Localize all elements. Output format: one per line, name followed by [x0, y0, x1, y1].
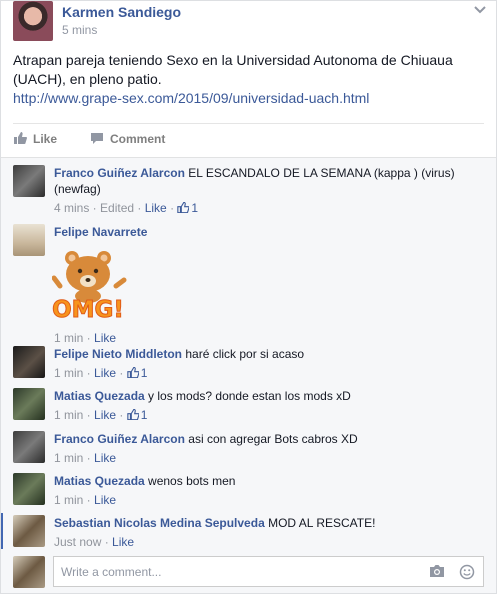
- commenter-name[interactable]: Felipe Navarrete: [54, 225, 147, 239]
- camera-icon[interactable]: [429, 564, 445, 578]
- commenter-avatar[interactable]: [13, 515, 45, 547]
- commenter-avatar[interactable]: [13, 224, 45, 256]
- like-count: 1: [140, 366, 148, 380]
- comment-meta: 1 min · Like: [54, 451, 117, 465]
- comment-body: Felipe Nieto Middleton haré click por si…: [54, 346, 484, 381]
- comment-meta: 1 min · Like · 1: [54, 366, 148, 380]
- post-text: Atrapan pareja teniendo Sexo en la Unive…: [13, 52, 453, 87]
- comment-icon: [90, 132, 104, 144]
- comments-section: Franco Guiñez Alarcon EL ESCANDALO DE LA…: [1, 157, 496, 593]
- comment-item: Franco Guiñez Alarcon asi con agregar Bo…: [13, 431, 488, 467]
- post-card: Karmen Sandiego 5 mins Atrapan pareja te…: [0, 0, 497, 594]
- comment-button[interactable]: Comment: [90, 132, 165, 146]
- commenter-avatar[interactable]: [13, 165, 45, 197]
- comment-time[interactable]: 1 min: [54, 366, 83, 380]
- comment-time[interactable]: 4 mins: [54, 201, 89, 215]
- comment-item: Sebastian Nicolas Medina Sepulveda MOD A…: [13, 515, 488, 551]
- post-author[interactable]: Karmen Sandiego: [62, 4, 181, 20]
- comment-meta: 4 mins · Edited · Like · 1: [54, 201, 199, 215]
- chevron-down-icon[interactable]: [473, 5, 487, 17]
- comment-body: Felipe Navarrete OMG! 1 min · Like: [51, 224, 484, 346]
- comment-like-link[interactable]: Like: [94, 408, 116, 422]
- comment-like-link[interactable]: Like: [145, 201, 167, 215]
- new-comment-indicator: [1, 513, 3, 549]
- comment-like-link[interactable]: Like: [112, 535, 134, 549]
- comment-item: Felipe Nieto Middleton haré click por si…: [13, 346, 488, 382]
- post-body: Atrapan pareja teniendo Sexo en la Unive…: [13, 51, 483, 108]
- comment-meta: 1 min · Like: [54, 493, 117, 507]
- comment-like-count[interactable]: 1: [127, 366, 148, 380]
- commenter-avatar[interactable]: [13, 388, 45, 420]
- commenter-name[interactable]: Franco Guiñez Alarcon: [54, 166, 185, 180]
- comment-meta: 1 min · Like · 1: [54, 408, 148, 422]
- post-link[interactable]: http://www.grape-sex.com/2015/09/univers…: [13, 89, 483, 108]
- comment-body: Franco Guiñez Alarcon EL ESCANDALO DE LA…: [54, 165, 484, 216]
- emoji-icon[interactable]: [459, 564, 475, 580]
- author-avatar[interactable]: [13, 1, 53, 41]
- like-button[interactable]: Like: [13, 132, 57, 146]
- comment-time[interactable]: 1 min: [54, 451, 83, 465]
- commenter-name[interactable]: Felipe Nieto Middleton: [54, 347, 182, 361]
- comment-body: Sebastian Nicolas Medina Sepulveda MOD A…: [54, 515, 484, 550]
- comment-input[interactable]: [53, 556, 484, 587]
- comment-text: MOD AL RESCATE!: [268, 516, 376, 530]
- comment-like-count[interactable]: 1: [177, 201, 198, 215]
- commenter-name[interactable]: Matias Quezada: [54, 389, 145, 403]
- comment-meta: Just now · Like: [54, 535, 135, 549]
- comment-item: Felipe Navarrete OMG! 1 min · Like: [13, 224, 488, 345]
- commenter-avatar[interactable]: [13, 346, 45, 378]
- commenter-name[interactable]: Sebastian Nicolas Medina Sepulveda: [54, 516, 265, 530]
- comment-like-link[interactable]: Like: [94, 331, 116, 345]
- thumbs-up-icon: [177, 201, 190, 214]
- post-time[interactable]: 5 mins: [62, 23, 97, 37]
- comment-item: Matias Quezada y los mods? donde estan l…: [13, 388, 488, 424]
- comment-body: Franco Guiñez Alarcon asi con agregar Bo…: [54, 431, 484, 466]
- bear-sticker: OMG!: [51, 244, 136, 326]
- thumbs-up-icon: [127, 366, 140, 379]
- comment-time[interactable]: 1 min: [54, 408, 83, 422]
- comment-composer: [13, 556, 488, 588]
- comment-body: Matias Quezada wenos bots men 1 min · Li…: [54, 473, 484, 508]
- thumbs-up-icon: [13, 132, 27, 144]
- comment-label: Comment: [110, 132, 166, 146]
- like-label: Like: [33, 132, 58, 146]
- comment-time[interactable]: Just now: [54, 535, 101, 549]
- comment-text: haré click por si acaso: [185, 347, 305, 361]
- comment-meta: 1 min · Like: [54, 331, 117, 345]
- sticker-text: OMG!: [52, 297, 124, 323]
- commenter-name[interactable]: Matias Quezada: [54, 474, 145, 488]
- like-count: 1: [140, 408, 148, 422]
- comment-text: wenos bots men: [148, 474, 236, 488]
- post-actions: Like Comment: [13, 123, 484, 155]
- commenter-name[interactable]: Franco Guiñez Alarcon: [54, 432, 185, 446]
- comment-like-count[interactable]: 1: [127, 408, 148, 422]
- comment-item: Franco Guiñez Alarcon EL ESCANDALO DE LA…: [13, 165, 488, 215]
- comment-text: y los mods? donde estan los mods xD: [148, 389, 351, 403]
- comment-item: Matias Quezada wenos bots men 1 min · Li…: [13, 473, 488, 509]
- comment-time[interactable]: 1 min: [54, 493, 83, 507]
- comment-body: Matias Quezada y los mods? donde estan l…: [54, 388, 484, 423]
- commenter-avatar[interactable]: [13, 473, 45, 505]
- thumbs-up-icon: [127, 408, 140, 421]
- comment-like-link[interactable]: Like: [94, 366, 116, 380]
- comment-text: asi con agregar Bots cabros XD: [188, 432, 358, 446]
- comment-time[interactable]: 1 min: [54, 331, 83, 345]
- comment-like-link[interactable]: Like: [94, 451, 116, 465]
- comment-edited[interactable]: Edited: [100, 201, 134, 215]
- commenter-avatar[interactable]: [13, 431, 45, 463]
- comment-like-link[interactable]: Like: [94, 493, 116, 507]
- like-count: 1: [191, 201, 199, 215]
- current-user-avatar[interactable]: [13, 556, 45, 588]
